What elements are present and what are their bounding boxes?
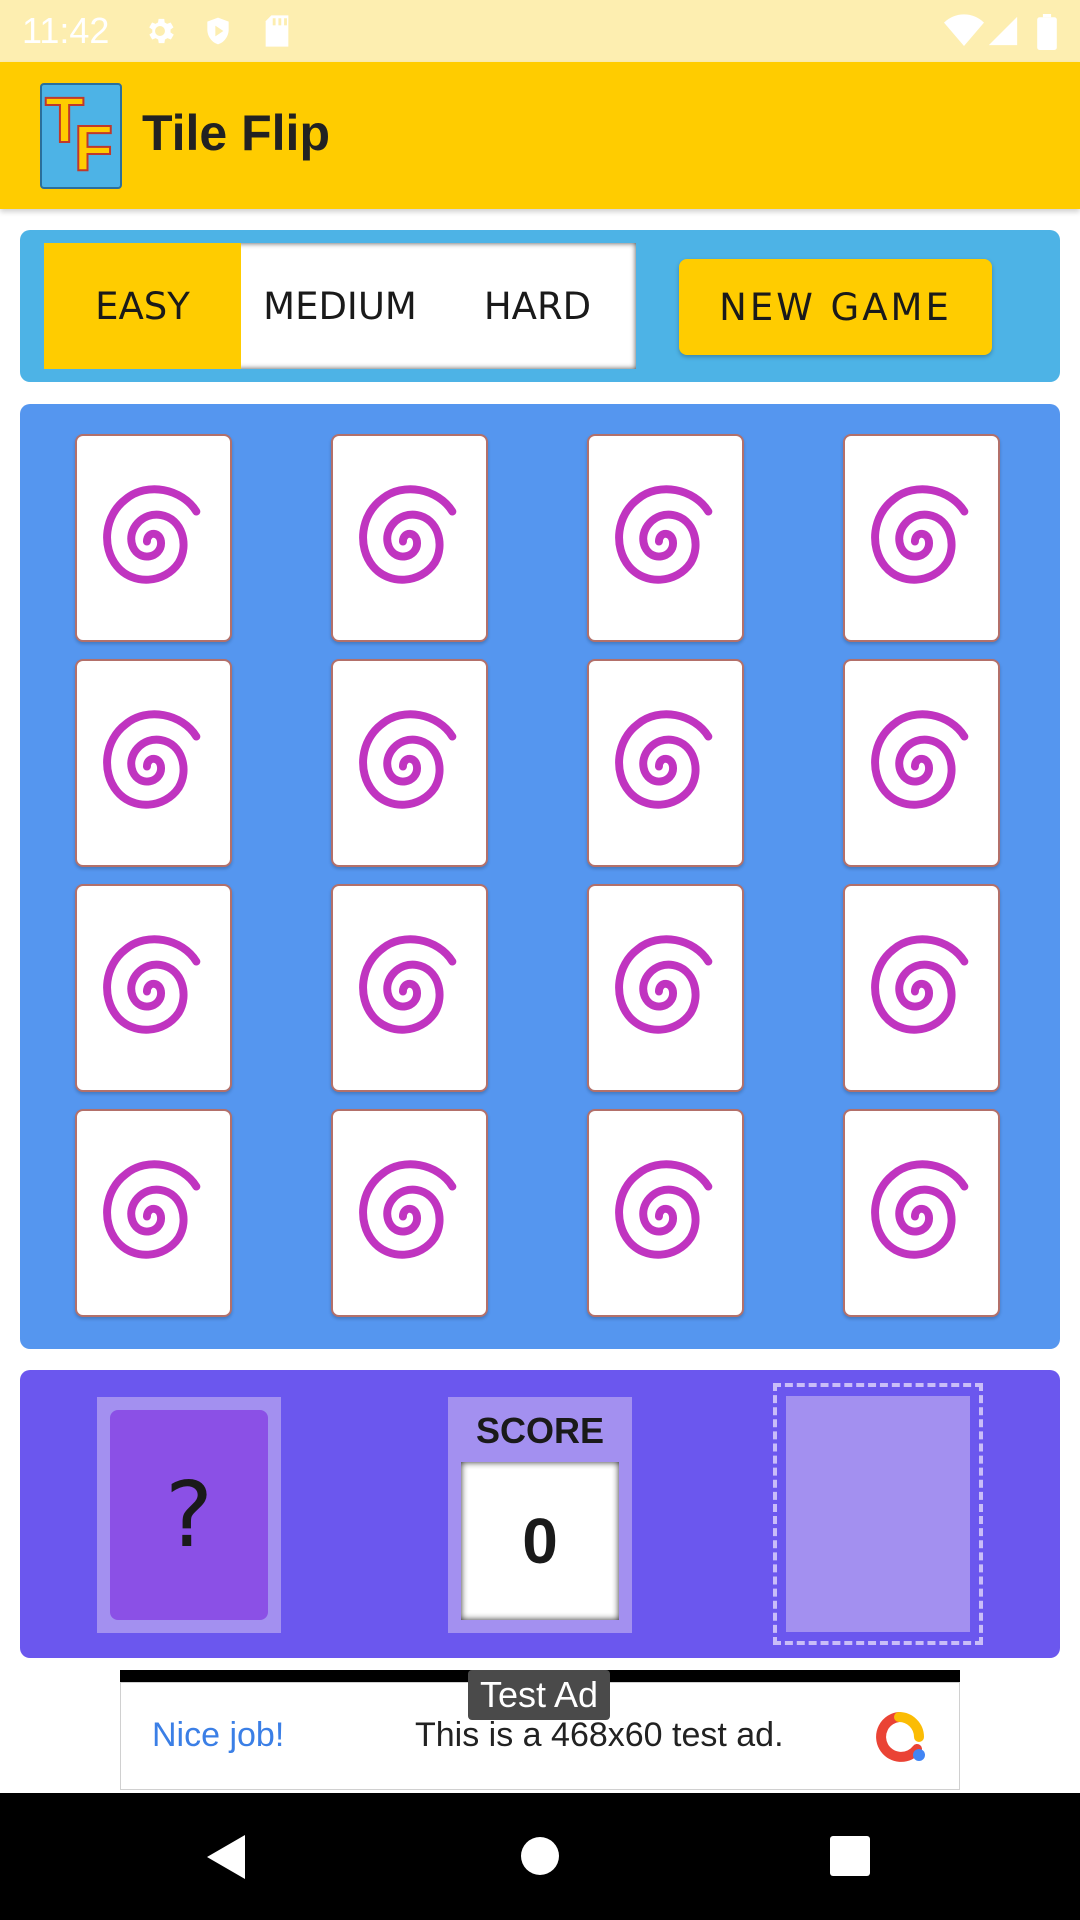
- spiral-icon: [102, 935, 200, 1034]
- new-game-button[interactable]: NEW GAME: [679, 259, 992, 355]
- tile[interactable]: [587, 884, 744, 1092]
- spiral-icon: [870, 710, 968, 809]
- spiral-icon: [358, 935, 456, 1034]
- matched-card-slot: [786, 1396, 970, 1632]
- spiral-icon: [614, 710, 712, 809]
- home-icon[interactable]: [520, 1836, 560, 1876]
- app-title: Tile Flip: [142, 105, 330, 161]
- tile[interactable]: [843, 659, 1000, 867]
- spiral-icon: [358, 485, 456, 584]
- tile[interactable]: [587, 434, 744, 642]
- status-time: 11:42: [22, 10, 110, 51]
- tile[interactable]: [843, 1109, 1000, 1317]
- shield-icon: [207, 17, 229, 45]
- spiral-icon: [870, 485, 968, 584]
- tile[interactable]: [331, 1109, 488, 1317]
- spiral-icon: [614, 935, 712, 1034]
- tile[interactable]: [331, 434, 488, 642]
- ad-logo-icon[interactable]: [869, 1709, 929, 1767]
- tile[interactable]: [843, 884, 1000, 1092]
- gear-icon: [149, 18, 174, 44]
- spiral-icon: [102, 485, 200, 584]
- ad-text[interactable]: This is a 468x60 test ad.: [415, 1716, 784, 1755]
- difficulty-medium-button[interactable]: MEDIUM: [241, 243, 439, 369]
- score-value: 0: [461, 1462, 619, 1620]
- spiral-icon: [614, 485, 712, 584]
- spiral-icon: [358, 710, 456, 809]
- tile[interactable]: [75, 1109, 232, 1317]
- battery-icon: [1037, 14, 1057, 50]
- tile[interactable]: [331, 884, 488, 1092]
- spiral-icon: [102, 1160, 200, 1259]
- app-logo: T F: [40, 83, 122, 189]
- difficulty-easy-button[interactable]: EASY: [44, 243, 241, 369]
- ad-tag: Test Ad: [468, 1670, 610, 1720]
- signal-icon: [988, 16, 1018, 46]
- tile[interactable]: [75, 659, 232, 867]
- spiral-icon: [614, 1160, 712, 1259]
- tile[interactable]: [587, 659, 744, 867]
- spiral-icon: [870, 935, 968, 1034]
- recents-icon[interactable]: [830, 1836, 870, 1876]
- tile[interactable]: [75, 884, 232, 1092]
- ad-headline[interactable]: Nice job!: [152, 1716, 284, 1755]
- current-card: ?: [110, 1410, 268, 1620]
- difficulty-hard-button[interactable]: HARD: [439, 243, 636, 369]
- spiral-icon: [870, 1160, 968, 1259]
- spiral-icon: [358, 1160, 456, 1259]
- tile[interactable]: [75, 434, 232, 642]
- spiral-icon: [102, 710, 200, 809]
- tile[interactable]: [587, 1109, 744, 1317]
- logo-letter-f: F: [73, 111, 114, 185]
- tile[interactable]: [331, 659, 488, 867]
- back-icon[interactable]: [205, 1833, 247, 1881]
- score-label: SCORE: [475, 1410, 605, 1451]
- wifi-icon: [944, 14, 984, 46]
- tile[interactable]: [843, 434, 1000, 642]
- sd-card-icon: [265, 15, 289, 47]
